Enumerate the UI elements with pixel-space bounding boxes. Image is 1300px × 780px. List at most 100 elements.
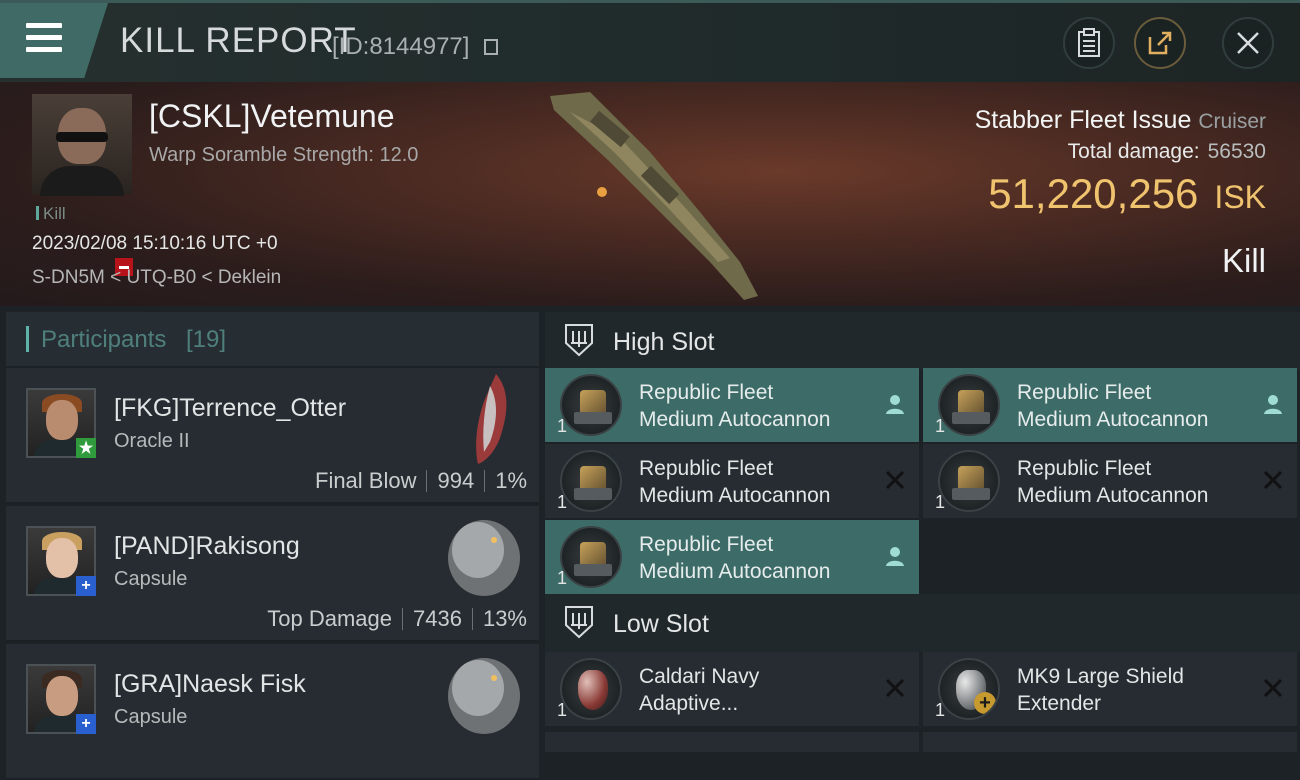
module-item[interactable]: 1 Caldari Navy Adaptive... bbox=[545, 652, 919, 726]
victim-ship-image[interactable] bbox=[530, 82, 770, 306]
high-slot-icon bbox=[565, 324, 593, 357]
module-item[interactable]: 1 Republic Fleet Medium Autocannon bbox=[545, 444, 919, 518]
module-name: Republic Fleet Medium Autocannon bbox=[639, 457, 831, 507]
adaptive-hardener-icon bbox=[560, 658, 622, 720]
participant-stats: Top Damage 7436 13% bbox=[267, 606, 527, 632]
participant-name: [PAND]Rakisong bbox=[114, 532, 300, 560]
ship-thumbnail bbox=[476, 374, 507, 464]
destroyed-icon bbox=[1263, 470, 1283, 490]
participant-name: [GRA]Naesk Fisk bbox=[114, 670, 306, 698]
clipboard-button[interactable] bbox=[1063, 17, 1115, 69]
low-slot-header: Low Slot bbox=[545, 594, 1300, 652]
module-quantity: 1 bbox=[935, 700, 946, 720]
isk-amount: 51,220,256 bbox=[988, 170, 1199, 217]
module-quantity: 1 bbox=[935, 416, 946, 436]
module-name: Caldari Navy Adaptive... bbox=[639, 665, 760, 715]
autocannon-icon bbox=[560, 526, 622, 588]
capsule-thumbnail bbox=[448, 658, 520, 734]
close-button[interactable] bbox=[1222, 17, 1274, 69]
autocannon-icon bbox=[560, 450, 622, 512]
participant-ship: Capsule bbox=[114, 568, 188, 590]
module-item[interactable]: + 1 MK9 Large Shield Extender bbox=[923, 652, 1297, 726]
destroyed-icon bbox=[885, 470, 905, 490]
module-quantity: 1 bbox=[557, 700, 568, 720]
participant-name: [FKG]Terrence_Otter bbox=[114, 394, 347, 422]
participant-stats: Final Blow 994 1% bbox=[315, 468, 527, 494]
autocannon-icon bbox=[938, 450, 1000, 512]
plus-badge-icon: + bbox=[76, 576, 96, 596]
isk-unit: ISK bbox=[1214, 179, 1266, 215]
victim-ship-name[interactable]: Stabber Fleet Issue Cruiser bbox=[975, 106, 1266, 135]
high-slot-title: High Slot bbox=[613, 328, 715, 356]
destroyed-icon bbox=[885, 678, 905, 698]
ship-name-label: Stabber Fleet Issue bbox=[974, 106, 1192, 134]
module-item-partial[interactable] bbox=[545, 732, 919, 752]
copy-id-icon[interactable] bbox=[484, 39, 498, 55]
total-damage-label: Total damage: bbox=[1067, 140, 1200, 163]
participant-damage: 7436 bbox=[413, 606, 462, 631]
module-name: Republic Fleet Medium Autocannon bbox=[639, 381, 831, 431]
module-quantity: 1 bbox=[557, 492, 568, 512]
participant-ship: Oracle II bbox=[114, 430, 190, 452]
participant-row[interactable]: ★ [FKG]Terrence_Otter Oracle II Final Bl… bbox=[6, 368, 539, 504]
low-slot-icon bbox=[565, 606, 593, 639]
participants-panel: Participants [19] ★ [FKG]Terrence_Otter … bbox=[6, 312, 539, 780]
module-item-partial[interactable] bbox=[923, 732, 1297, 752]
share-button[interactable] bbox=[1134, 17, 1186, 69]
participant-row[interactable]: + [PAND]Rakisong Capsule Top Damage 7436… bbox=[6, 506, 539, 642]
page-title: KILL REPORT bbox=[120, 21, 357, 60]
module-name: Republic Fleet Medium Autocannon bbox=[1017, 381, 1209, 431]
module-name: Republic Fleet Medium Autocannon bbox=[1017, 457, 1209, 507]
capsule-thumbnail bbox=[448, 520, 520, 596]
victim-banner: [CSKL]Vetemune Warp Soramble Strength: 1… bbox=[0, 82, 1300, 306]
victim-portrait[interactable] bbox=[32, 94, 132, 196]
participant-percent: 1% bbox=[495, 468, 527, 493]
final-blow-star-icon: ★ bbox=[76, 438, 96, 458]
destroyed-icon bbox=[1263, 678, 1283, 698]
fitting-slots-panel: High Slot 1 Republic Fleet Medium Autocan… bbox=[545, 310, 1300, 752]
module-quantity: 1 bbox=[935, 492, 946, 512]
participant-label: Top Damage bbox=[267, 606, 392, 631]
person-icon bbox=[1264, 395, 1282, 414]
module-item[interactable]: 1 Republic Fleet Medium Autocannon bbox=[545, 520, 919, 594]
kill-result: Kill bbox=[1221, 242, 1266, 279]
high-slot-header: High Slot bbox=[545, 312, 1300, 370]
kill-tag: Kill bbox=[36, 204, 66, 224]
participants-count: [19] bbox=[186, 326, 227, 353]
module-quantity: 1 bbox=[557, 568, 568, 588]
clipboard-icon bbox=[1078, 28, 1100, 57]
total-damage-value: 56530 bbox=[1207, 140, 1266, 163]
participants-header[interactable]: Participants [19] bbox=[6, 312, 539, 366]
participant-damage: 994 bbox=[437, 468, 475, 493]
plus-badge-icon: + bbox=[76, 714, 96, 734]
kill-location[interactable]: S-DN5M < UTQ-B0 < Deklein bbox=[32, 267, 281, 289]
share-icon bbox=[1148, 31, 1172, 55]
participant-ship: Capsule bbox=[114, 706, 188, 728]
module-item[interactable]: 1 Republic Fleet Medium Autocannon bbox=[923, 368, 1297, 442]
participant-row[interactable]: + [GRA]Naesk Fisk Capsule bbox=[6, 644, 539, 780]
low-slot-title: Low Slot bbox=[613, 610, 709, 638]
autocannon-icon bbox=[938, 374, 1000, 436]
close-icon bbox=[1237, 32, 1259, 54]
report-id: [ID:8144977] bbox=[332, 33, 470, 60]
autocannon-icon bbox=[560, 374, 622, 436]
participants-title: Participants bbox=[41, 326, 167, 353]
hamburger-menu-icon bbox=[26, 23, 62, 53]
person-icon bbox=[886, 395, 904, 414]
total-damage: Total damage: 56530 bbox=[1068, 140, 1266, 164]
victim-name[interactable]: [CSKL]Vetemune bbox=[149, 98, 394, 135]
isk-value: 51,220,256 ISK bbox=[988, 170, 1266, 218]
person-icon bbox=[886, 547, 904, 566]
module-item[interactable]: 1 Republic Fleet Medium Autocannon bbox=[923, 444, 1297, 518]
window-header: KILL REPORT [ID:8144977] bbox=[0, 0, 1300, 82]
module-name: MK9 Large Shield Extender bbox=[1017, 665, 1184, 715]
participant-label: Final Blow bbox=[315, 468, 417, 493]
shield-extender-icon: + bbox=[938, 658, 1000, 720]
ship-class-label: Cruiser bbox=[1198, 110, 1266, 133]
module-quantity: 1 bbox=[557, 416, 568, 436]
victim-subtitle: Warp Soramble Strength: 12.0 bbox=[149, 144, 419, 166]
participant-percent: 13% bbox=[482, 606, 527, 631]
module-item[interactable]: 1 Republic Fleet Medium Autocannon bbox=[545, 368, 919, 442]
kill-timestamp: 2023/02/08 15:10:16 UTC +0 bbox=[32, 233, 278, 254]
menu-button[interactable] bbox=[0, 3, 108, 78]
